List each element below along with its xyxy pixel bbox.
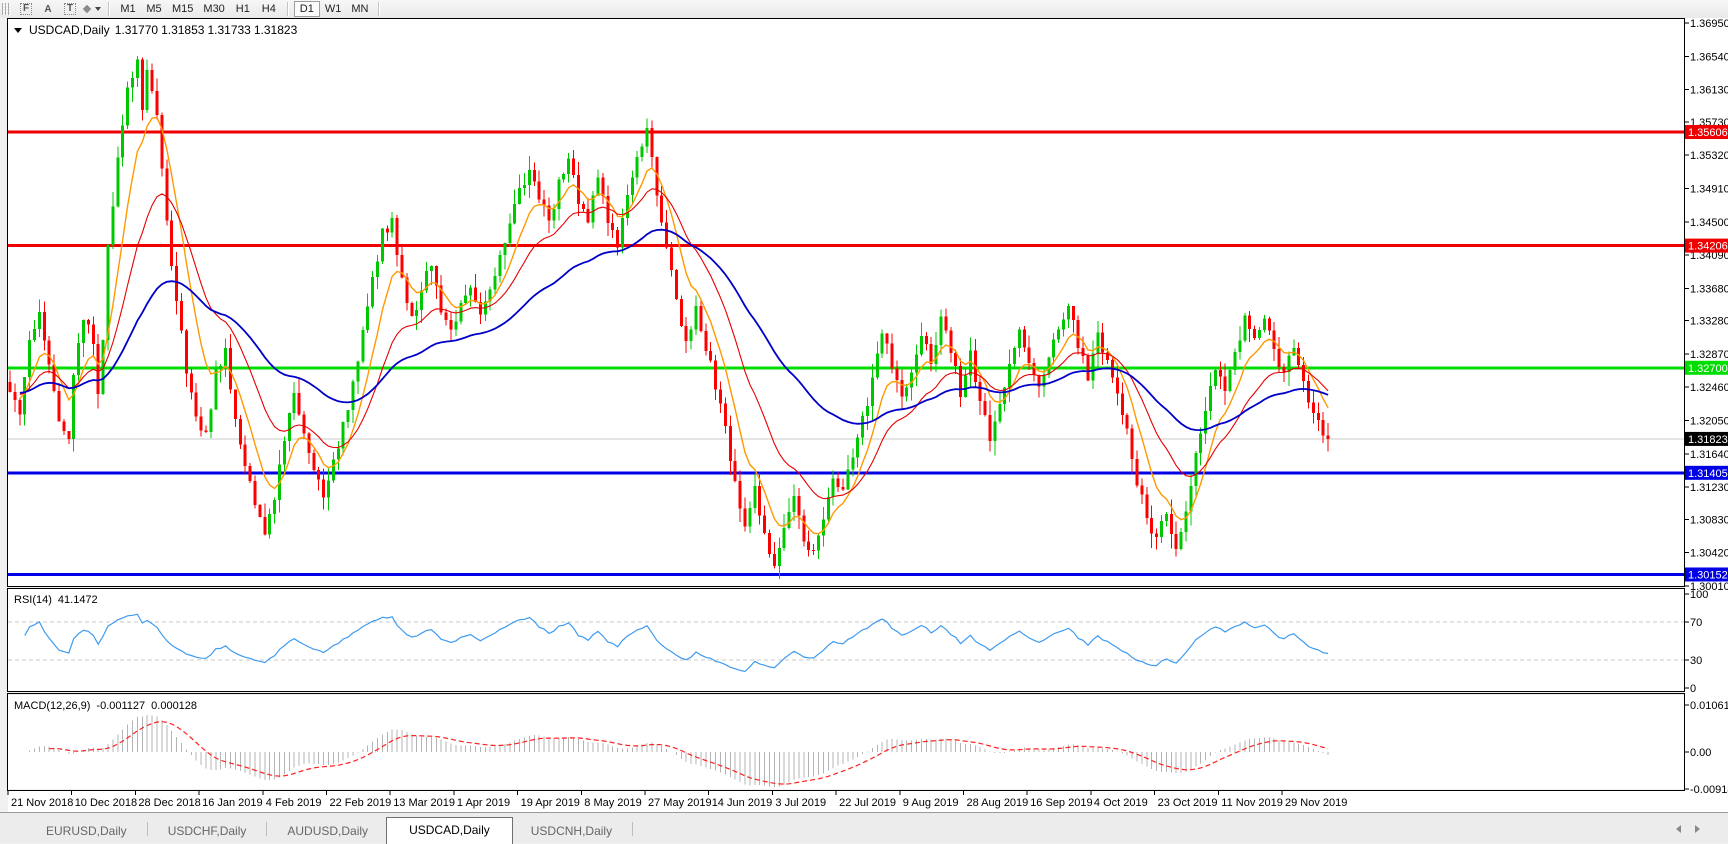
price-tick-label: 1.30420: [1690, 548, 1728, 560]
chart-dropdown-icon[interactable]: [14, 28, 22, 33]
rsi-tick-label: 30: [1690, 655, 1702, 667]
date-label: 28 Dec 2018: [138, 797, 200, 809]
tab-usdchf-daily[interactable]: USDCHF,Daily: [150, 820, 265, 843]
date-label: 10 Dec 2018: [75, 797, 137, 809]
ohlc-low: 1.31733: [207, 23, 250, 37]
price-tick-label: 1.32050: [1690, 416, 1728, 428]
date-label: 14 Jun 2019: [712, 797, 773, 809]
rsi-tick-label: 0: [1690, 683, 1696, 695]
date-label: 23 Oct 2019: [1158, 797, 1218, 809]
date-label: 21 Nov 2018: [11, 797, 73, 809]
date-label: 8 May 2019: [584, 797, 641, 809]
date-label: 28 Aug 2019: [967, 797, 1029, 809]
tab-eurusd-daily[interactable]: EURUSD,Daily: [28, 820, 145, 843]
date-label: 27 May 2019: [648, 797, 712, 809]
price-tick-label: 1.34500: [1690, 217, 1728, 229]
price-tick-label: 1.31640: [1690, 449, 1728, 461]
date-label: 16 Sep 2019: [1030, 797, 1092, 809]
price-tick-label: 1.36950: [1690, 18, 1728, 30]
price-level-label: 1.32700: [1688, 363, 1728, 375]
date-label: 29 Nov 2019: [1285, 797, 1347, 809]
price-tick-label: 1.31230: [1690, 482, 1728, 494]
macd-tick-label: 0.010615: [1690, 700, 1728, 712]
date-label: 22 Jul 2019: [839, 797, 896, 809]
price-tick-label: 1.35320: [1690, 150, 1728, 162]
rsi-tick-label: 100: [1690, 589, 1708, 601]
macd-tick-label: -0.009181: [1690, 784, 1728, 796]
price-level-label: 1.31823: [1688, 434, 1728, 446]
ohlc-high: 1.31853: [161, 23, 204, 37]
chart-title: USDCAD,Daily 1.31770 1.31853 1.31733 1.3…: [14, 23, 297, 37]
date-label: 4 Oct 2019: [1094, 797, 1148, 809]
tab-audusd-daily[interactable]: AUDUSD,Daily: [269, 820, 386, 843]
chart-symbol: USDCAD,Daily: [29, 23, 110, 37]
price-tick-label: 1.36540: [1690, 51, 1728, 63]
price-tick-label: 1.33680: [1690, 283, 1728, 295]
date-label: 4 Feb 2019: [266, 797, 322, 809]
price-tick-label: 1.30830: [1690, 514, 1728, 526]
scroll-tabs-right-icon[interactable]: [1695, 825, 1700, 833]
price-tick-label: 1.32870: [1690, 349, 1728, 361]
tab-usdcnh-daily[interactable]: USDCNH,Daily: [513, 820, 630, 843]
price-tick-label: 1.34910: [1690, 183, 1728, 195]
date-label: 13 Mar 2019: [393, 797, 455, 809]
ohlc-open: 1.31770: [115, 23, 158, 37]
price-level-label: 1.34206: [1688, 241, 1728, 253]
date-label: 16 Jan 2019: [202, 797, 263, 809]
rsi-indicator-label: RSI(14)41.1472: [14, 594, 98, 606]
tab-usdcad-daily[interactable]: USDCAD,Daily: [386, 817, 513, 844]
rsi-tick-label: 70: [1690, 617, 1702, 629]
price-tick-label: 1.33280: [1690, 316, 1728, 328]
macd-tick-label: 0.00: [1690, 747, 1711, 759]
tab-separator: [266, 822, 267, 836]
price-tick-label: 1.36130: [1690, 85, 1728, 97]
price-level-label: 1.31405: [1688, 468, 1728, 480]
scroll-tabs-left-icon[interactable]: [1676, 825, 1681, 833]
ohlc-close: 1.31823: [254, 23, 297, 37]
tab-separator: [632, 822, 633, 836]
price-level-label: 1.30152: [1688, 569, 1728, 581]
date-label: 1 Apr 2019: [457, 797, 510, 809]
date-label: 19 Apr 2019: [521, 797, 580, 809]
date-label: 22 Feb 2019: [330, 797, 392, 809]
price-tick-label: 1.32460: [1690, 382, 1728, 394]
date-label: 3 Jul 2019: [775, 797, 826, 809]
date-label: 11 Nov 2019: [1221, 797, 1283, 809]
tab-separator: [147, 822, 148, 836]
date-label: 9 Aug 2019: [903, 797, 959, 809]
price-level-label: 1.35606: [1688, 127, 1728, 139]
candlestick-chart[interactable]: 1.369501.365401.361301.357301.353201.349…: [0, 0, 1728, 842]
symbol-tab-bar: EURUSD,Daily USDCHF,Daily AUDUSD,Daily U…: [0, 812, 1728, 843]
macd-indicator-label: MACD(12,26,9)-0.0011270.000128: [14, 700, 197, 712]
